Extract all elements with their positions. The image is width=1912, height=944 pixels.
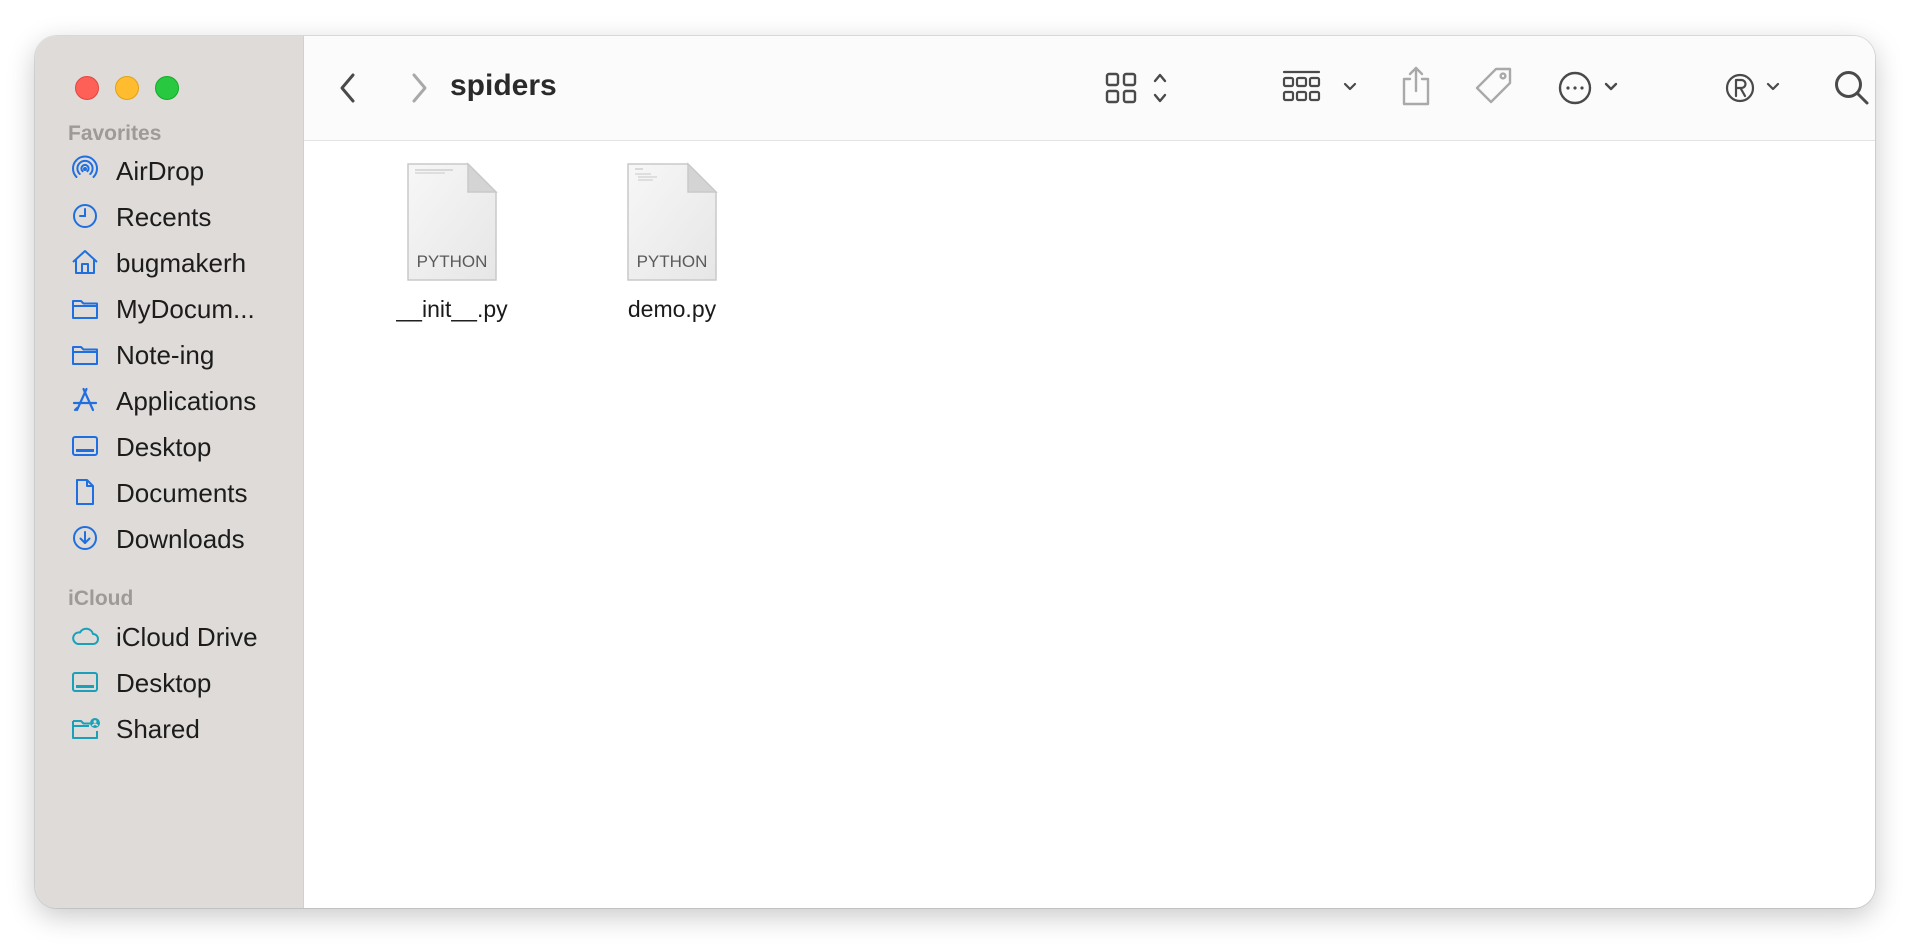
group-button[interactable] [1282,66,1362,110]
sidebar-item-icloud-desktop[interactable]: Desktop [35,657,303,707]
minimize-window-button[interactable] [115,76,139,100]
tag-icon [1475,67,1512,104]
search-button[interactable] [1830,66,1874,110]
up-down-chevron-icon [1153,73,1167,103]
zoom-window-button[interactable] [155,76,179,100]
file-name: __init__.py [396,296,508,322]
ellipsis-circle-icon [1558,71,1592,105]
sidebar-item-label: AirDrop [116,156,205,186]
sidebar-item-label: Shared [116,714,200,744]
sidebar-item-label: Downloads [116,524,245,554]
favorites-section-label: Favorites [68,122,162,145]
airdrop-icon [70,155,100,185]
sidebar-item-downloads[interactable]: Downloads [35,513,303,563]
close-window-button[interactable] [75,76,99,100]
sidebar-item-airdrop[interactable]: AirDrop [35,145,303,195]
sidebar-item-label: bugmakerh [116,248,247,278]
sidebar-item-icloud-drive[interactable]: iCloud Drive [35,611,303,661]
file-type-label: PYTHON [417,252,488,271]
page-title: spiders [450,69,557,102]
sidebar-item-recents[interactable]: Recents [35,191,303,241]
sidebar-item-note-ing[interactable]: Note-ing [35,329,303,379]
back-button[interactable] [328,68,368,108]
sidebar-item-label: Note-ing [116,340,215,370]
sidebar: Favorites AirDrop Recents bugmakerh MyDo… [35,36,304,908]
file-browser-area[interactable]: PYTHON __init__.py PYTHON demo.py [304,141,1875,908]
shared-folder-icon [70,713,100,743]
view-mode-button[interactable] [1104,66,1174,110]
sidebar-item-applications[interactable]: Applications [35,375,303,425]
clock-icon [70,201,100,231]
chevron-down-icon [1604,82,1618,91]
folder-icon [70,339,100,369]
sidebar-item-shared[interactable]: Shared [35,703,303,753]
icloud-section-label: iCloud [68,587,134,610]
applications-icon [70,385,100,415]
file-item-demo[interactable]: PYTHON demo.py [592,161,752,331]
file-type-label: PYTHON [637,252,708,271]
finder-window: Favorites AirDrop Recents bugmakerh MyDo… [35,36,1875,908]
document-icon [70,477,100,507]
more-actions-button[interactable] [1557,66,1625,110]
share-button[interactable] [1396,60,1436,112]
sidebar-item-mydocuments[interactable]: MyDocum... [35,283,303,333]
sidebar-item-desktop[interactable]: Desktop [35,421,303,471]
tag-button[interactable] [1472,62,1516,110]
file-name: demo.py [627,296,717,322]
sidebar-item-label: Recents [116,202,212,232]
group-icon [1282,70,1321,102]
chevron-down-icon [1343,82,1357,91]
sidebar-item-label: MyDocum... [116,294,255,324]
desktop-icon [70,667,100,697]
toolbar: spiders [304,36,1875,141]
sidebar-item-label: Desktop [116,432,212,462]
sidebar-item-documents[interactable]: Documents [35,467,303,517]
chevron-left-icon [340,73,355,103]
chevron-right-icon [412,73,427,103]
file-item-init[interactable]: PYTHON __init__.py [372,161,532,331]
folder-icon [70,293,100,323]
registered-icon [1725,73,1755,103]
grid-view-icon [1105,72,1137,104]
sidebar-item-home[interactable]: bugmakerh [35,237,303,287]
download-icon [70,523,100,553]
share-icon [1402,66,1430,106]
search-icon [1835,71,1869,105]
sidebar-item-label: iCloud Drive [116,622,258,652]
sidebar-item-label: Documents [116,478,248,508]
sidebar-item-label: Desktop [116,668,212,698]
python-file-icon: PYTHON [627,162,718,281]
cloud-icon [70,621,100,651]
python-file-icon: PYTHON [407,162,498,281]
home-icon [70,247,100,277]
desktop-icon [70,431,100,461]
chevron-down-icon [1766,82,1780,91]
sidebar-item-label: Applications [116,386,257,416]
registered-extension-button[interactable] [1724,66,1790,110]
forward-button[interactable] [399,68,439,108]
